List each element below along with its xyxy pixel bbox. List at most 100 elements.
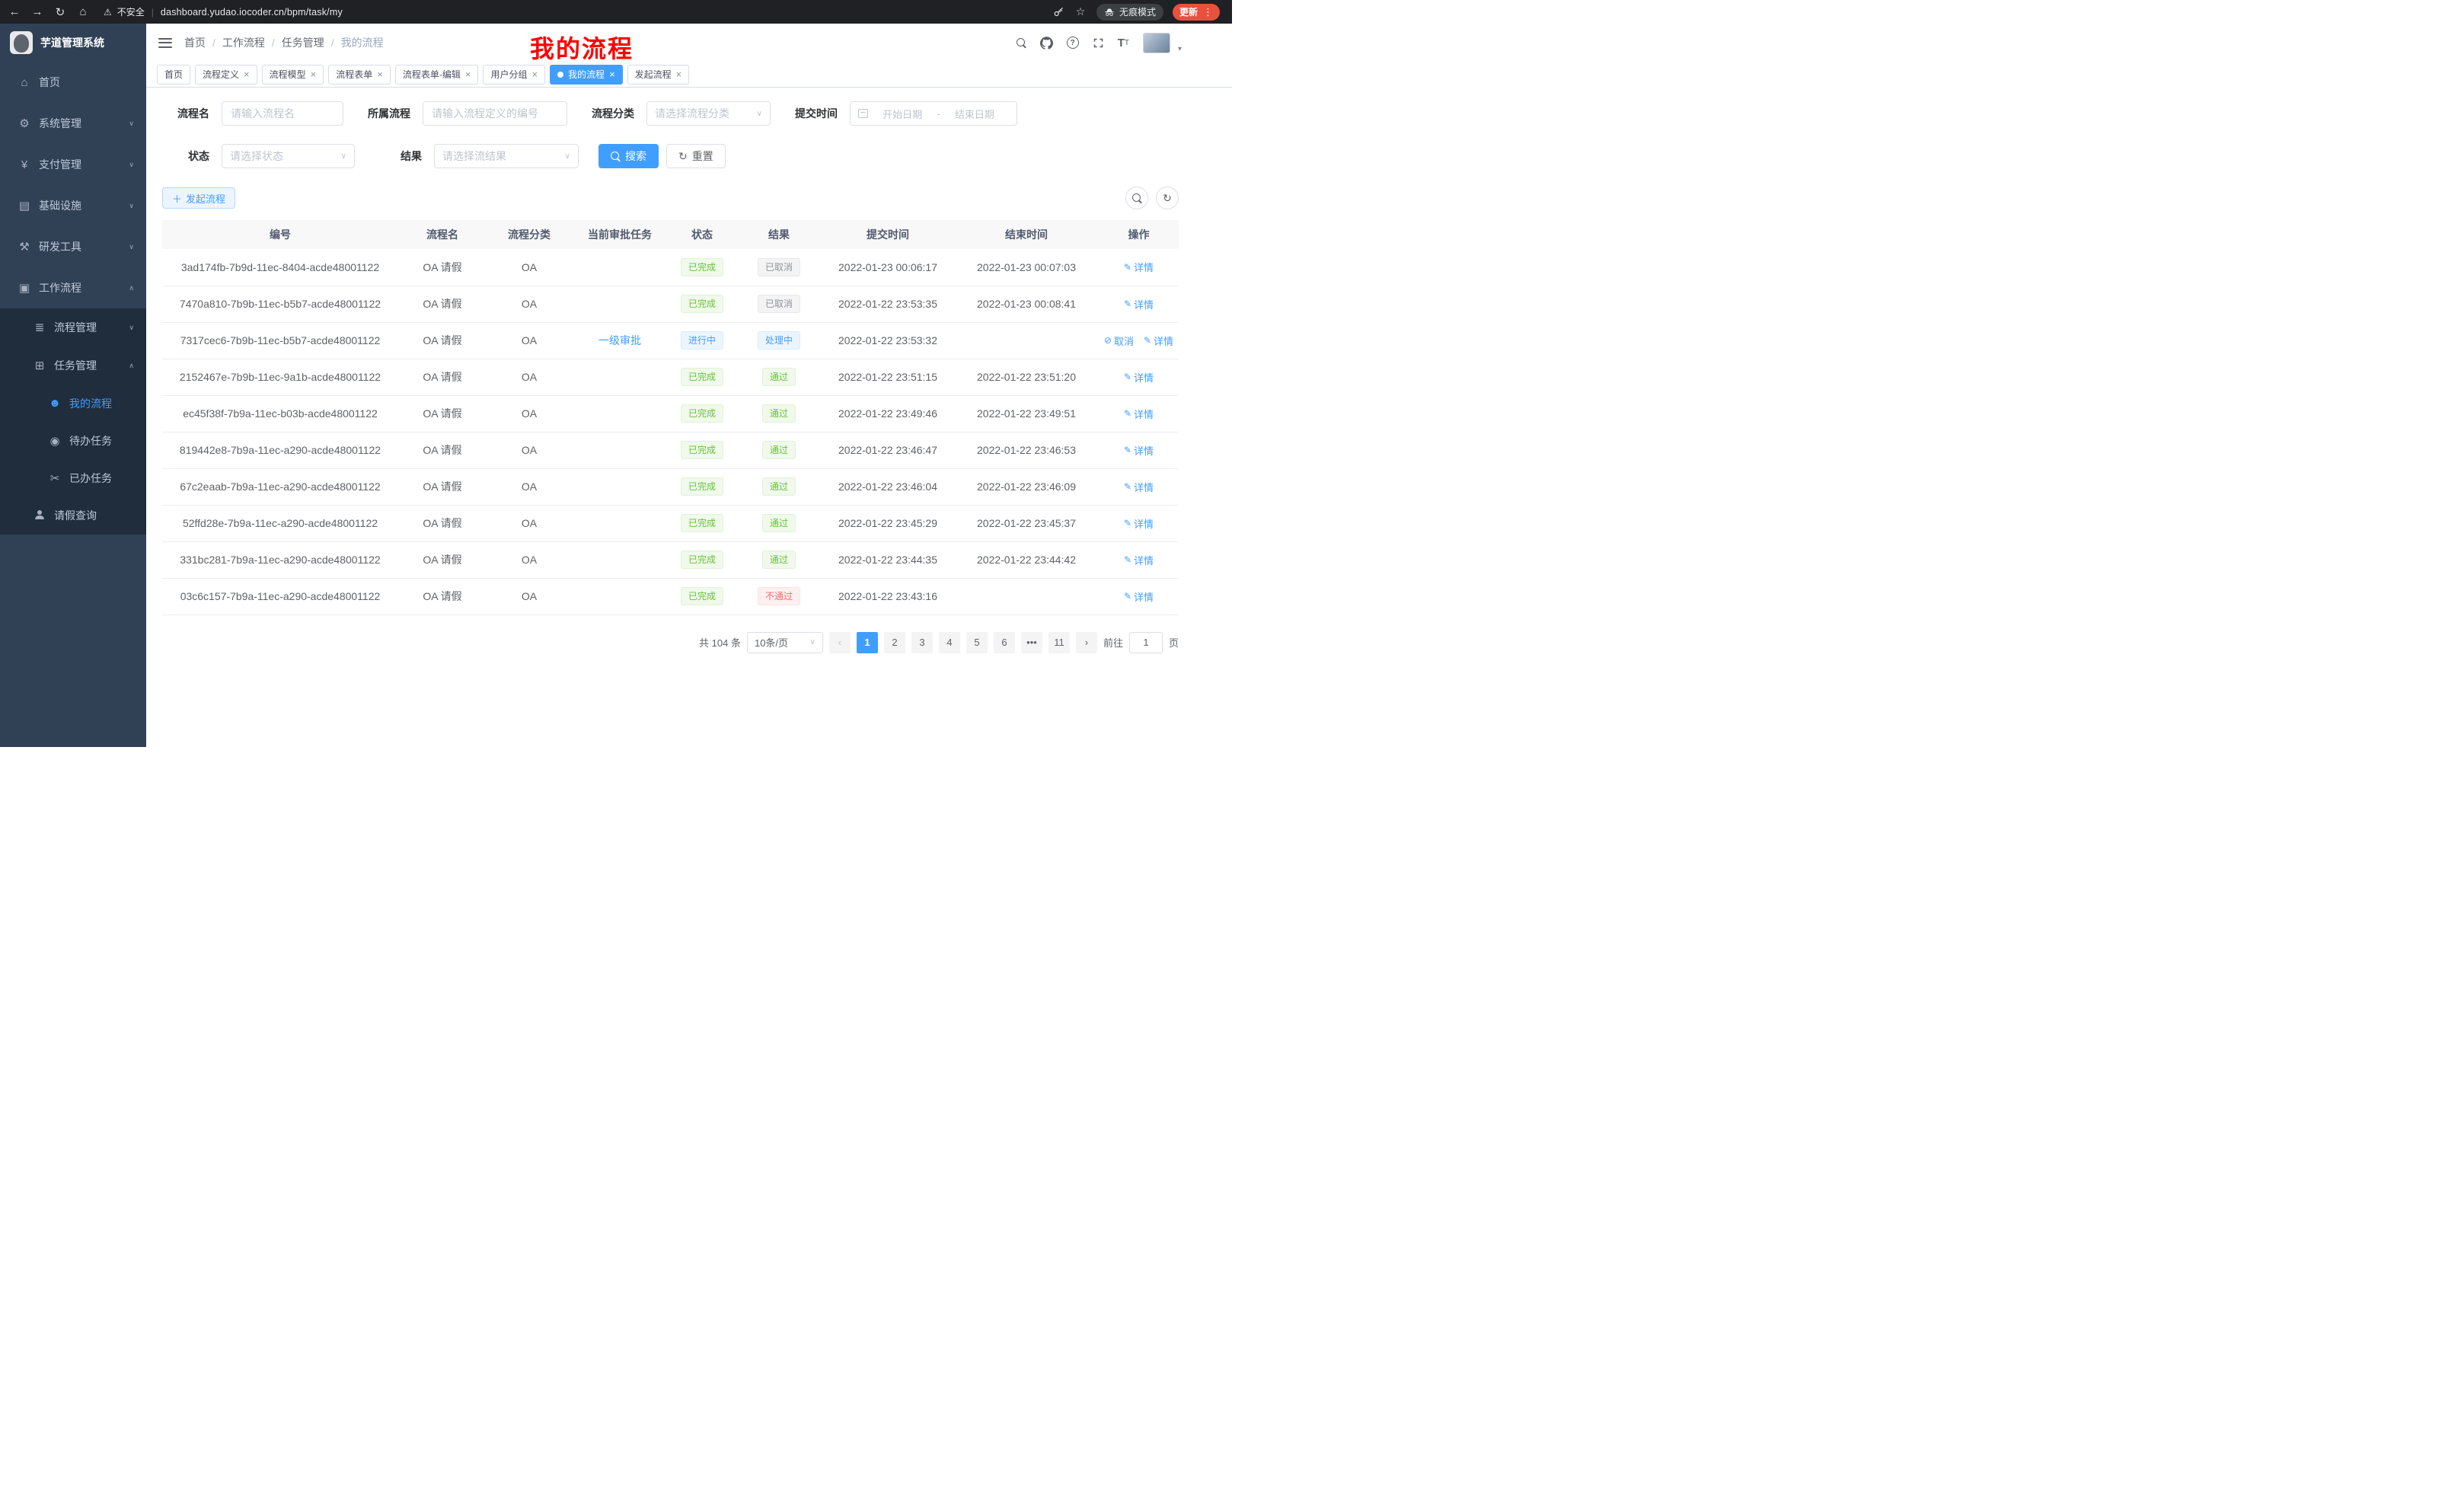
warning-icon: ⚠: [104, 7, 112, 18]
cell-submit-time: 2022-01-22 23:53:32: [822, 322, 954, 359]
browser-home-icon[interactable]: ⌂: [76, 5, 90, 18]
chat-robot-icon: ☻: [47, 397, 62, 410]
chevron-down-icon: ∨: [565, 152, 570, 161]
avatar[interactable]: [1143, 33, 1170, 53]
detail-link[interactable]: ✎详情: [1124, 443, 1154, 458]
sidebar-item-done-tasks[interactable]: ✂ 已办任务: [0, 459, 146, 496]
breadcrumb-task-management[interactable]: 任务管理: [282, 35, 324, 50]
detail-link[interactable]: ✎详情: [1124, 516, 1154, 531]
tab-process-model[interactable]: 流程模型×: [262, 65, 324, 85]
github-icon[interactable]: [1040, 37, 1053, 49]
page-button-1[interactable]: 1: [857, 632, 878, 653]
parent-process-input[interactable]: [423, 101, 567, 126]
back-icon[interactable]: ←: [8, 5, 21, 18]
cell-id: 819442e8-7b9a-11ec-a290-acde48001122: [162, 432, 398, 468]
detail-link[interactable]: ✎详情: [1124, 553, 1154, 567]
page-button-4[interactable]: 4: [939, 632, 960, 653]
chevron-down-icon: ∨: [341, 152, 346, 161]
sidebar-item-system[interactable]: ⚙ 系统管理 ∨: [0, 103, 146, 144]
detail-link[interactable]: ✎详情: [1124, 480, 1154, 494]
close-icon[interactable]: ×: [377, 69, 383, 79]
current-task-link[interactable]: 一级审批: [598, 334, 641, 346]
detail-link[interactable]: ✎详情: [1124, 407, 1154, 421]
page-button-6[interactable]: 6: [994, 632, 1015, 653]
tab-user-group[interactable]: 用户分组×: [483, 65, 545, 85]
workflow-submenu: ≣ 流程管理 ∨ ⊞ 任务管理 ∧ ☻ 我的流程 ◉ 待办任务 ✂ 已办任务: [0, 308, 146, 535]
fullscreen-icon[interactable]: [1093, 37, 1104, 49]
sidebar-item-task-management[interactable]: ⊞ 任务管理 ∧: [0, 346, 146, 385]
filter-label-status: 状态: [162, 148, 209, 164]
caret-down-icon[interactable]: ▾: [1178, 45, 1182, 53]
reload-icon[interactable]: ↻: [53, 5, 67, 19]
detail-link[interactable]: ✎详情: [1124, 297, 1154, 311]
page-button-5[interactable]: 5: [966, 632, 988, 653]
tab-process-definition[interactable]: 流程定义×: [195, 65, 257, 85]
close-icon[interactable]: ×: [465, 69, 471, 79]
sidebar-item-infrastructure[interactable]: ▤ 基础设施 ∨: [0, 185, 146, 226]
bookmark-star-icon[interactable]: ☆: [1074, 5, 1087, 18]
date-range-picker[interactable]: 开始日期 - 结束日期: [850, 101, 1017, 126]
cell-end-time: 2022-01-22 23:49:51: [954, 395, 1099, 432]
page-button-3[interactable]: 3: [911, 632, 933, 653]
sidebar-item-payment[interactable]: ¥ 支付管理 ∨: [0, 144, 146, 185]
close-icon[interactable]: ×: [676, 69, 682, 79]
close-icon[interactable]: ×: [531, 69, 538, 79]
sidebar-item-devtools[interactable]: ⚒ 研发工具 ∨: [0, 226, 146, 267]
start-process-button[interactable]: ＋ 发起流程: [162, 187, 235, 209]
cell-id: 7470a810-7b9b-11ec-b5b7-acde48001122: [162, 286, 398, 322]
tab-my-process-active[interactable]: 我的流程×: [550, 65, 623, 85]
table-row: 819442e8-7b9a-11ec-a290-acde48001122 OA …: [162, 432, 1179, 468]
reset-button[interactable]: ↻ 重置: [666, 144, 726, 168]
result-select[interactable]: 请选择流结果 ∨: [434, 144, 579, 168]
sidebar-item-workflow[interactable]: ▣ 工作流程 ∧: [0, 267, 146, 308]
page-button-11[interactable]: 11: [1048, 632, 1070, 653]
browser-update-button[interactable]: 更新 ⋮: [1173, 4, 1220, 21]
detail-link[interactable]: ✎详情: [1124, 370, 1154, 385]
goto-page-input[interactable]: [1129, 632, 1163, 653]
close-icon[interactable]: ×: [609, 69, 615, 79]
table-row: ec45f38f-7b9a-11ec-b03b-acde48001122 OA …: [162, 395, 1179, 432]
prev-page-button[interactable]: ‹: [829, 632, 851, 653]
forward-icon[interactable]: →: [30, 5, 44, 18]
result-badge: 已取消: [758, 295, 800, 313]
breadcrumb-home[interactable]: 首页: [184, 35, 206, 50]
detail-link[interactable]: ✎详情: [1124, 589, 1154, 604]
breadcrumb-workflow[interactable]: 工作流程: [222, 35, 265, 50]
collapse-sidebar-icon[interactable]: [158, 38, 172, 48]
key-icon[interactable]: [1053, 6, 1064, 18]
browser-menu-icon[interactable]: ⋮: [1203, 6, 1213, 18]
tab-start-process[interactable]: 发起流程×: [627, 65, 690, 85]
status-select[interactable]: 请选择状态 ∨: [222, 144, 355, 168]
close-icon[interactable]: ×: [311, 69, 317, 79]
sidebar-item-todo-tasks[interactable]: ◉ 待办任务: [0, 422, 146, 459]
sidebar-item-home[interactable]: ⌂ 首页: [0, 62, 146, 103]
cancel-link[interactable]: ⊘取消: [1104, 334, 1134, 348]
search-button[interactable]: 搜索: [598, 144, 659, 168]
help-icon[interactable]: ?: [1067, 37, 1079, 49]
sidebar-item-process-management[interactable]: ≣ 流程管理 ∨: [0, 308, 146, 346]
close-icon[interactable]: ×: [244, 69, 250, 79]
tab-process-form-edit[interactable]: 流程表单-编辑×: [395, 65, 479, 85]
search-icon[interactable]: [1017, 38, 1026, 48]
next-page-button[interactable]: ›: [1076, 632, 1097, 653]
tab-home[interactable]: 首页: [157, 65, 190, 85]
page-button-2[interactable]: 2: [884, 632, 905, 653]
app-logo[interactable]: 芋道管理系统: [0, 24, 146, 62]
sidebar-item-leave-query[interactable]: 请假查询: [0, 496, 146, 535]
cell-task: [572, 541, 668, 578]
category-select[interactable]: 请选择流程分类 ∨: [646, 101, 771, 126]
more-pages-button[interactable]: •••: [1021, 632, 1042, 653]
cell-name: OA 请假: [398, 468, 487, 505]
refresh-table-button[interactable]: ↻: [1156, 187, 1179, 209]
detail-link[interactable]: ✎详情: [1144, 334, 1173, 348]
search-icon: [611, 152, 621, 161]
tab-process-form[interactable]: 流程表单×: [328, 65, 391, 85]
sidebar-item-my-process[interactable]: ☻ 我的流程: [0, 385, 146, 422]
cell-end-time: 2022-01-23 00:08:41: [954, 286, 1099, 322]
address-bar[interactable]: ⚠ 不安全 | dashboard.yudao.iocoder.cn/bpm/t…: [104, 5, 1044, 18]
process-name-input[interactable]: [222, 101, 343, 126]
font-size-icon[interactable]: TT: [1118, 37, 1129, 49]
toggle-search-button[interactable]: [1125, 187, 1148, 209]
detail-link[interactable]: ✎详情: [1124, 260, 1154, 274]
page-size-select[interactable]: 10条/页 ∨: [747, 632, 823, 653]
